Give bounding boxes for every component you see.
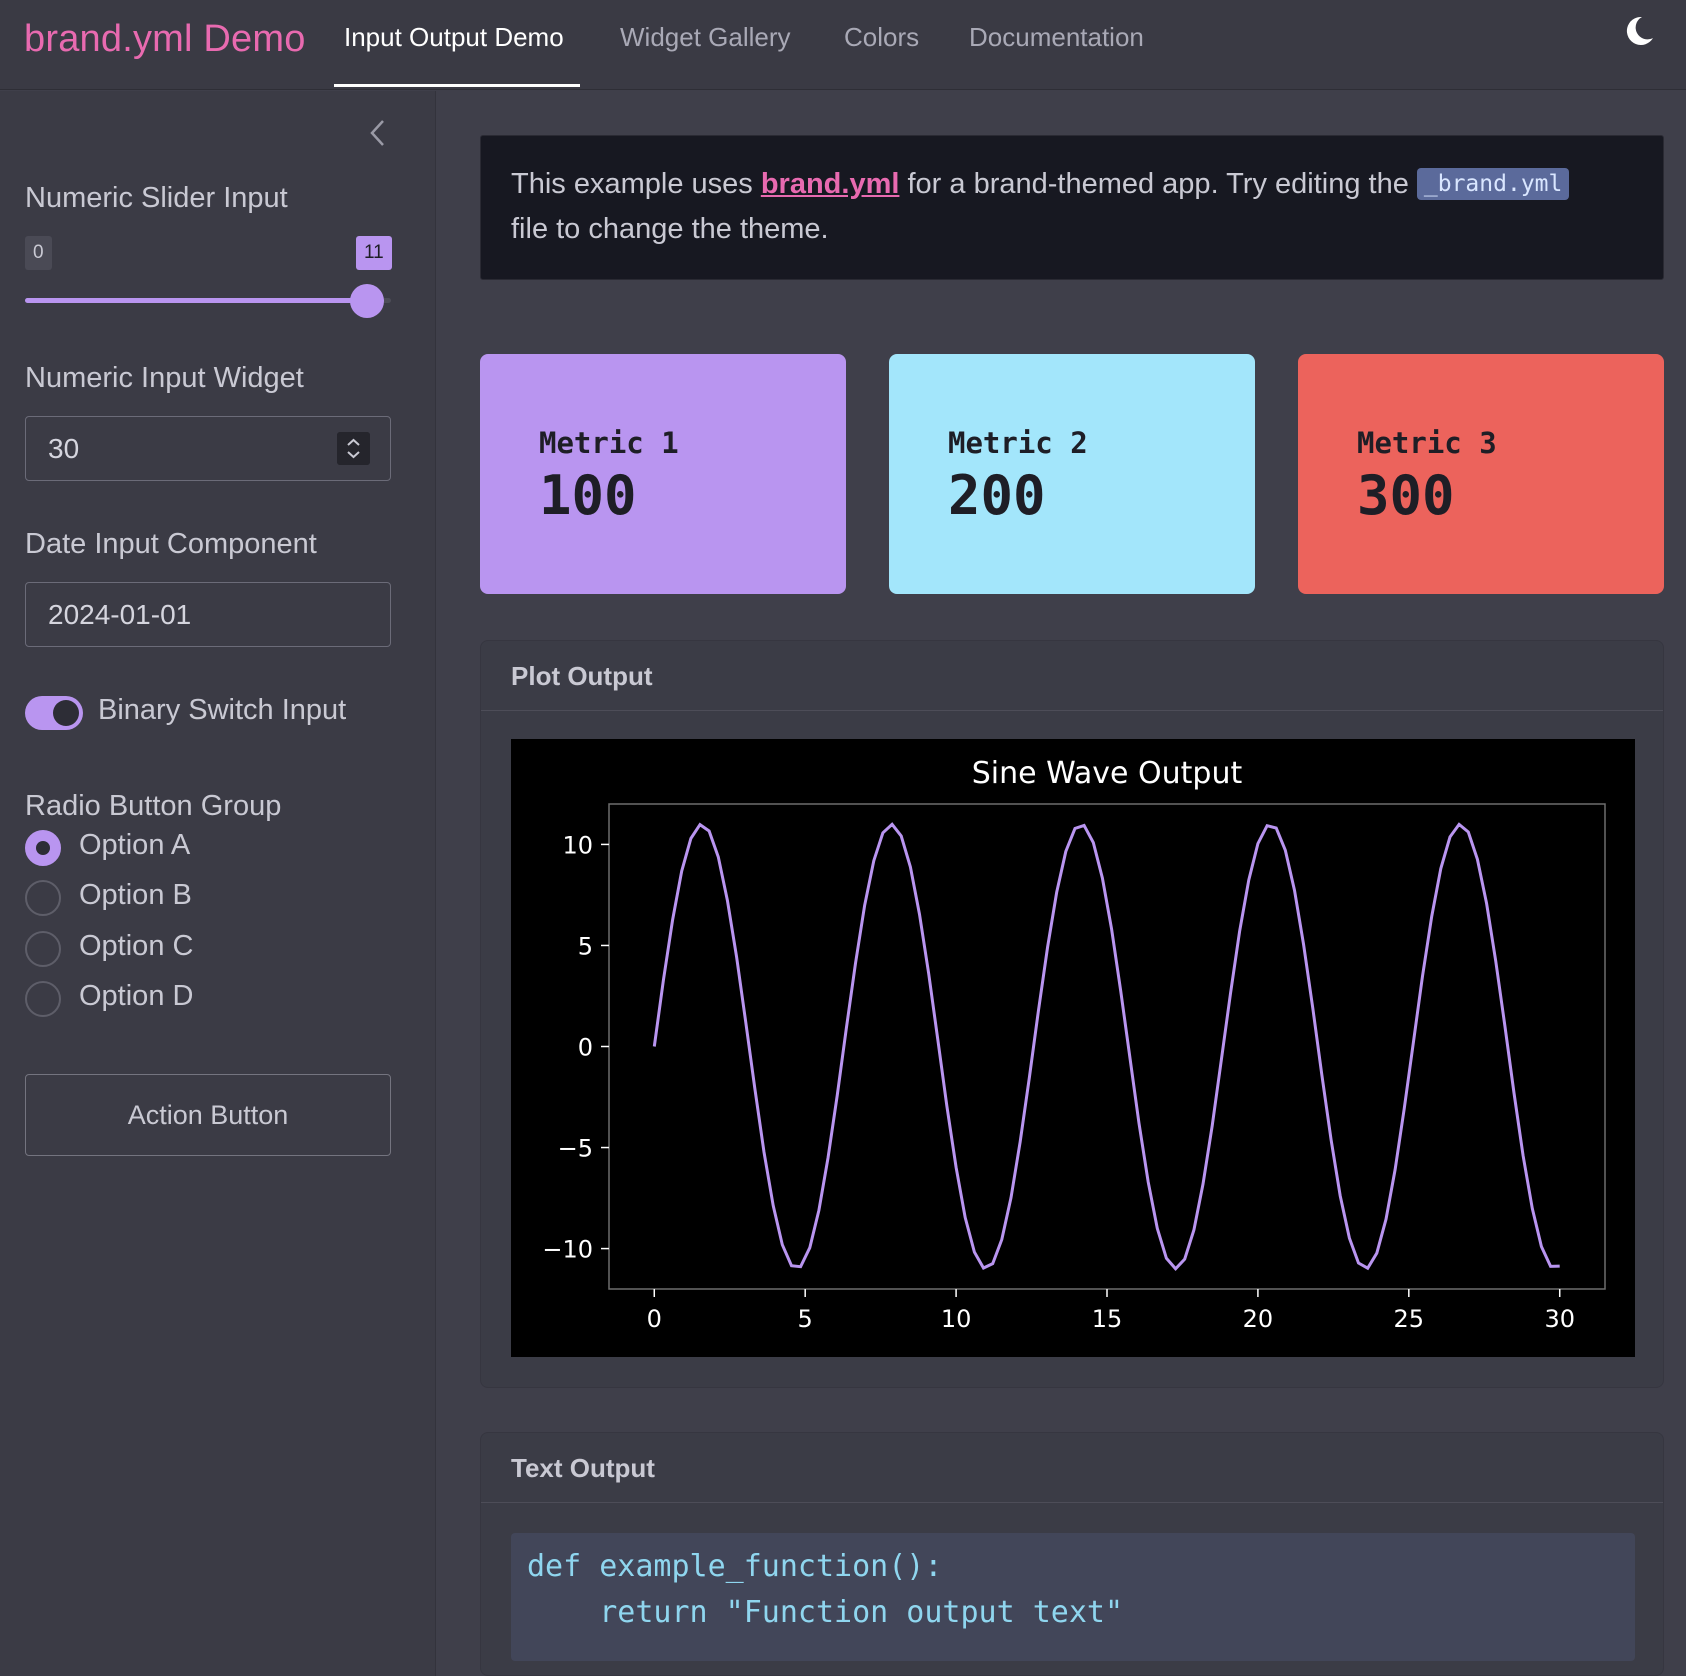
metric-card-1: Metric 1 100 xyxy=(480,354,846,594)
radio-option-a-label[interactable]: Option A xyxy=(79,829,190,862)
slider-value-badge: 11 xyxy=(356,236,392,270)
plot-area: Sine Wave Output 0 5 10 15 20 25 30 10 5 0 −5 −10 xyxy=(511,739,1635,1357)
radio-group-label: Radio Button Group xyxy=(25,790,282,822)
y-tick-label: −5 xyxy=(558,1135,593,1163)
y-tick-label: −10 xyxy=(542,1236,593,1264)
tab-widget-gallery[interactable]: Widget Gallery xyxy=(620,22,791,53)
x-tick-label: 20 xyxy=(1243,1305,1274,1333)
radio-option-b-label[interactable]: Option B xyxy=(79,879,192,912)
metric-value: 200 xyxy=(948,464,1046,527)
active-tab-indicator xyxy=(334,84,580,87)
navbar: brand.yml Demo Input Output Demo Widget … xyxy=(0,0,1686,90)
brand-yml-code: _brand.yml xyxy=(1416,168,1570,200)
collapse-sidebar-icon[interactable] xyxy=(365,118,391,148)
metric-value: 300 xyxy=(1357,464,1455,527)
slider-label: Numeric Slider Input xyxy=(25,182,288,214)
date-input-label: Date Input Component xyxy=(25,528,317,560)
tab-input-output-demo[interactable]: Input Output Demo xyxy=(344,22,564,53)
chart-title: Sine Wave Output xyxy=(972,756,1243,791)
numeric-input[interactable]: 30 xyxy=(25,416,391,481)
sidebar xyxy=(0,91,436,1676)
moon-icon[interactable] xyxy=(1622,14,1656,48)
tab-colors[interactable]: Colors xyxy=(844,22,919,53)
sine-wave-chart: Sine Wave Output 0 5 10 15 20 25 30 10 5 0 −5 −10 xyxy=(542,756,1606,1333)
info-callout: This example uses brand.yml for a brand-… xyxy=(480,135,1664,280)
x-tick-label: 25 xyxy=(1394,1305,1425,1333)
metric-title: Metric 2 xyxy=(948,426,1088,460)
x-tick-label: 10 xyxy=(941,1305,972,1333)
card-title: Text Output xyxy=(511,1453,655,1483)
sine-series-line xyxy=(652,822,1560,1272)
y-tick-label: 5 xyxy=(578,932,593,960)
y-tick-label: 0 xyxy=(578,1034,593,1062)
slider-fill xyxy=(25,298,384,303)
numeric-input-label: Numeric Input Widget xyxy=(25,362,304,394)
plot-frame xyxy=(608,803,1606,1290)
stepper-icon[interactable] xyxy=(337,432,370,465)
slider-thumb[interactable] xyxy=(350,284,385,318)
metric-value: 100 xyxy=(539,464,637,527)
radio-option-a[interactable] xyxy=(25,830,61,866)
binary-switch[interactable] xyxy=(25,696,83,730)
brand-yml-link[interactable]: brand.yml xyxy=(761,168,900,200)
x-tick-label: 30 xyxy=(1544,1305,1575,1333)
date-input[interactable]: 2024-01-01 xyxy=(25,582,391,647)
plot-output-card: Plot Output Sine Wave Output 0 5 10 15 20 25 30… xyxy=(480,640,1664,1388)
radio-option-c-label[interactable]: Option C xyxy=(79,930,193,963)
callout-text-2: for a brand-themed app. Try editing the xyxy=(899,168,1417,200)
metric-title: Metric 3 xyxy=(1357,426,1497,460)
text-output-card: Text Output def example_function(): retu… xyxy=(480,1432,1664,1676)
metric-card-3: Metric 3 300 xyxy=(1298,354,1664,594)
code-output: def example_function(): return "Function… xyxy=(511,1533,1635,1661)
metric-card-2: Metric 2 200 xyxy=(889,354,1255,594)
slider-track[interactable] xyxy=(25,298,391,303)
radio-option-c[interactable] xyxy=(25,931,61,967)
code-line-1: def example_function(): xyxy=(527,1549,943,1584)
brand-title[interactable]: brand.yml Demo xyxy=(24,18,306,61)
radio-option-d-label[interactable]: Option D xyxy=(79,980,193,1013)
x-tick-label: 15 xyxy=(1092,1305,1123,1333)
callout-line-1: This example uses brand.yml for a brand-… xyxy=(511,168,1570,201)
callout-text-3: file to change the theme. xyxy=(511,213,829,245)
slider-min-badge: 0 xyxy=(25,236,52,270)
card-header: Text Output xyxy=(481,1433,1663,1503)
numeric-input-value: 30 xyxy=(48,433,80,464)
switch-knob xyxy=(53,700,79,726)
radio-option-d[interactable] xyxy=(25,981,61,1017)
x-tick-label: 5 xyxy=(798,1305,813,1333)
code-line-2: return "Function output text" xyxy=(527,1595,1124,1630)
action-button[interactable]: Action Button xyxy=(25,1074,391,1156)
tab-documentation[interactable]: Documentation xyxy=(969,22,1144,53)
switch-label: Binary Switch Input xyxy=(98,694,347,726)
x-tick-label: 0 xyxy=(647,1305,662,1333)
y-tick-label: 10 xyxy=(562,831,593,859)
callout-text-1: This example uses xyxy=(511,168,761,200)
radio-option-b[interactable] xyxy=(25,880,61,916)
card-title: Plot Output xyxy=(511,661,653,691)
metric-title: Metric 1 xyxy=(539,426,679,460)
card-header: Plot Output xyxy=(481,641,1663,711)
